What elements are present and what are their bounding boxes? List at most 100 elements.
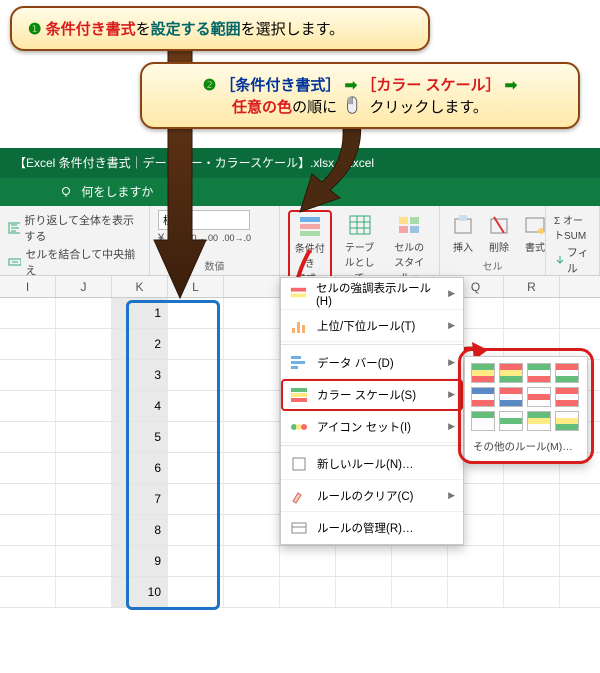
color-scale-swatch[interactable] [499,363,523,383]
cell[interactable] [504,329,560,359]
cell[interactable] [336,546,392,576]
insert-button[interactable]: 挿入 [448,210,478,257]
cell[interactable] [168,329,224,359]
cell[interactable] [56,298,112,328]
cell[interactable] [504,298,560,328]
color-scale-swatch[interactable] [471,411,495,431]
color-scale-swatch[interactable] [471,387,495,407]
column-header[interactable]: I [0,276,56,297]
cell[interactable] [56,422,112,452]
cell[interactable] [0,453,56,483]
cell[interactable] [56,546,112,576]
cell[interactable] [0,360,56,390]
menu-item-color-scales[interactable]: カラー スケール(S)▶ [281,379,463,411]
cell[interactable] [224,453,280,483]
color-scale-swatch[interactable] [555,387,579,407]
cell[interactable] [56,453,112,483]
cell[interactable]: 8 [112,515,168,545]
cell[interactable] [168,391,224,421]
cell[interactable] [56,360,112,390]
cell[interactable] [224,515,280,545]
cell[interactable] [168,422,224,452]
cell[interactable] [0,546,56,576]
cell[interactable] [168,298,224,328]
color-scale-swatch[interactable] [499,387,523,407]
cell[interactable] [168,453,224,483]
cell[interactable] [392,577,448,607]
cell[interactable] [224,577,280,607]
more-rules-button[interactable]: その他のルール(M)… [471,437,581,456]
delete-button[interactable]: 削除 [484,210,514,257]
cell[interactable] [504,546,560,576]
cell[interactable] [56,484,112,514]
cell[interactable] [0,329,56,359]
color-scale-swatch[interactable] [471,363,495,383]
cell[interactable] [0,391,56,421]
cell[interactable] [0,484,56,514]
cell[interactable] [448,546,504,576]
cell[interactable] [224,422,280,452]
menu-item-highlight-rules[interactable]: セルの強調表示ルール(H)▶ [281,278,463,310]
color-scale-swatch[interactable] [555,411,579,431]
cell[interactable] [0,298,56,328]
color-scale-swatch[interactable] [499,411,523,431]
cell[interactable] [224,298,280,328]
cell[interactable] [168,577,224,607]
wrap-text-button[interactable]: 折り返して全体を表示する [8,212,141,244]
cell[interactable] [56,391,112,421]
color-scale-swatch[interactable] [555,363,579,383]
cell[interactable]: 1 [112,298,168,328]
cell[interactable] [224,391,280,421]
cell[interactable]: 5 [112,422,168,452]
cell[interactable] [504,577,560,607]
cell[interactable] [224,329,280,359]
cell[interactable] [168,484,224,514]
cell[interactable]: 6 [112,453,168,483]
fill-button[interactable]: フィル [554,244,591,276]
highlight-rules-icon [289,284,308,304]
menu-item-manage-rules[interactable]: ルールの管理(R)… [281,512,463,544]
cell[interactable] [280,546,336,576]
color-scale-swatch[interactable] [527,363,551,383]
menu-item-top-bottom-rules[interactable]: 上位/下位ルール(T)▶ [281,310,463,342]
color-scale-swatch[interactable] [527,387,551,407]
cell[interactable]: 4 [112,391,168,421]
table-row[interactable]: 10 [0,577,600,608]
cell[interactable] [280,577,336,607]
cell[interactable] [224,484,280,514]
cell[interactable]: 10 [112,577,168,607]
column-header[interactable]: R [504,276,560,297]
cell[interactable]: 2 [112,329,168,359]
menu-item-icon-sets[interactable]: アイコン セット(I)▶ [281,411,463,443]
cell[interactable] [504,484,560,514]
data-bars-icon [289,353,309,373]
cell[interactable] [448,577,504,607]
cell[interactable] [0,515,56,545]
column-header[interactable]: J [56,276,112,297]
cell[interactable] [224,546,280,576]
cell[interactable]: 3 [112,360,168,390]
menu-item-data-bars[interactable]: データ バー(D)▶ [281,347,463,379]
cell[interactable] [56,515,112,545]
color-scale-swatch[interactable] [527,411,551,431]
cell[interactable] [168,546,224,576]
cell[interactable] [0,577,56,607]
cell[interactable] [168,515,224,545]
cell[interactable]: 9 [112,546,168,576]
cell[interactable] [504,515,560,545]
column-header[interactable] [224,276,280,297]
menu-item-clear-rules[interactable]: ルールのクリア(C)▶ [281,480,463,512]
cell[interactable] [224,360,280,390]
cell[interactable] [392,546,448,576]
cell[interactable] [336,577,392,607]
cell[interactable]: 7 [112,484,168,514]
merge-center-button[interactable]: セルを結合して中央揃え [8,246,141,278]
cell[interactable] [0,422,56,452]
decrease-decimal-button[interactable]: .00→.0 [222,233,251,243]
cell[interactable] [56,329,112,359]
menu-item-new-rule[interactable]: 新しいルール(N)… [281,448,463,480]
cell[interactable] [56,577,112,607]
autosum-button[interactable]: Σ オートSUM [554,212,591,242]
table-row[interactable]: 9 [0,546,600,577]
cell[interactable] [168,360,224,390]
